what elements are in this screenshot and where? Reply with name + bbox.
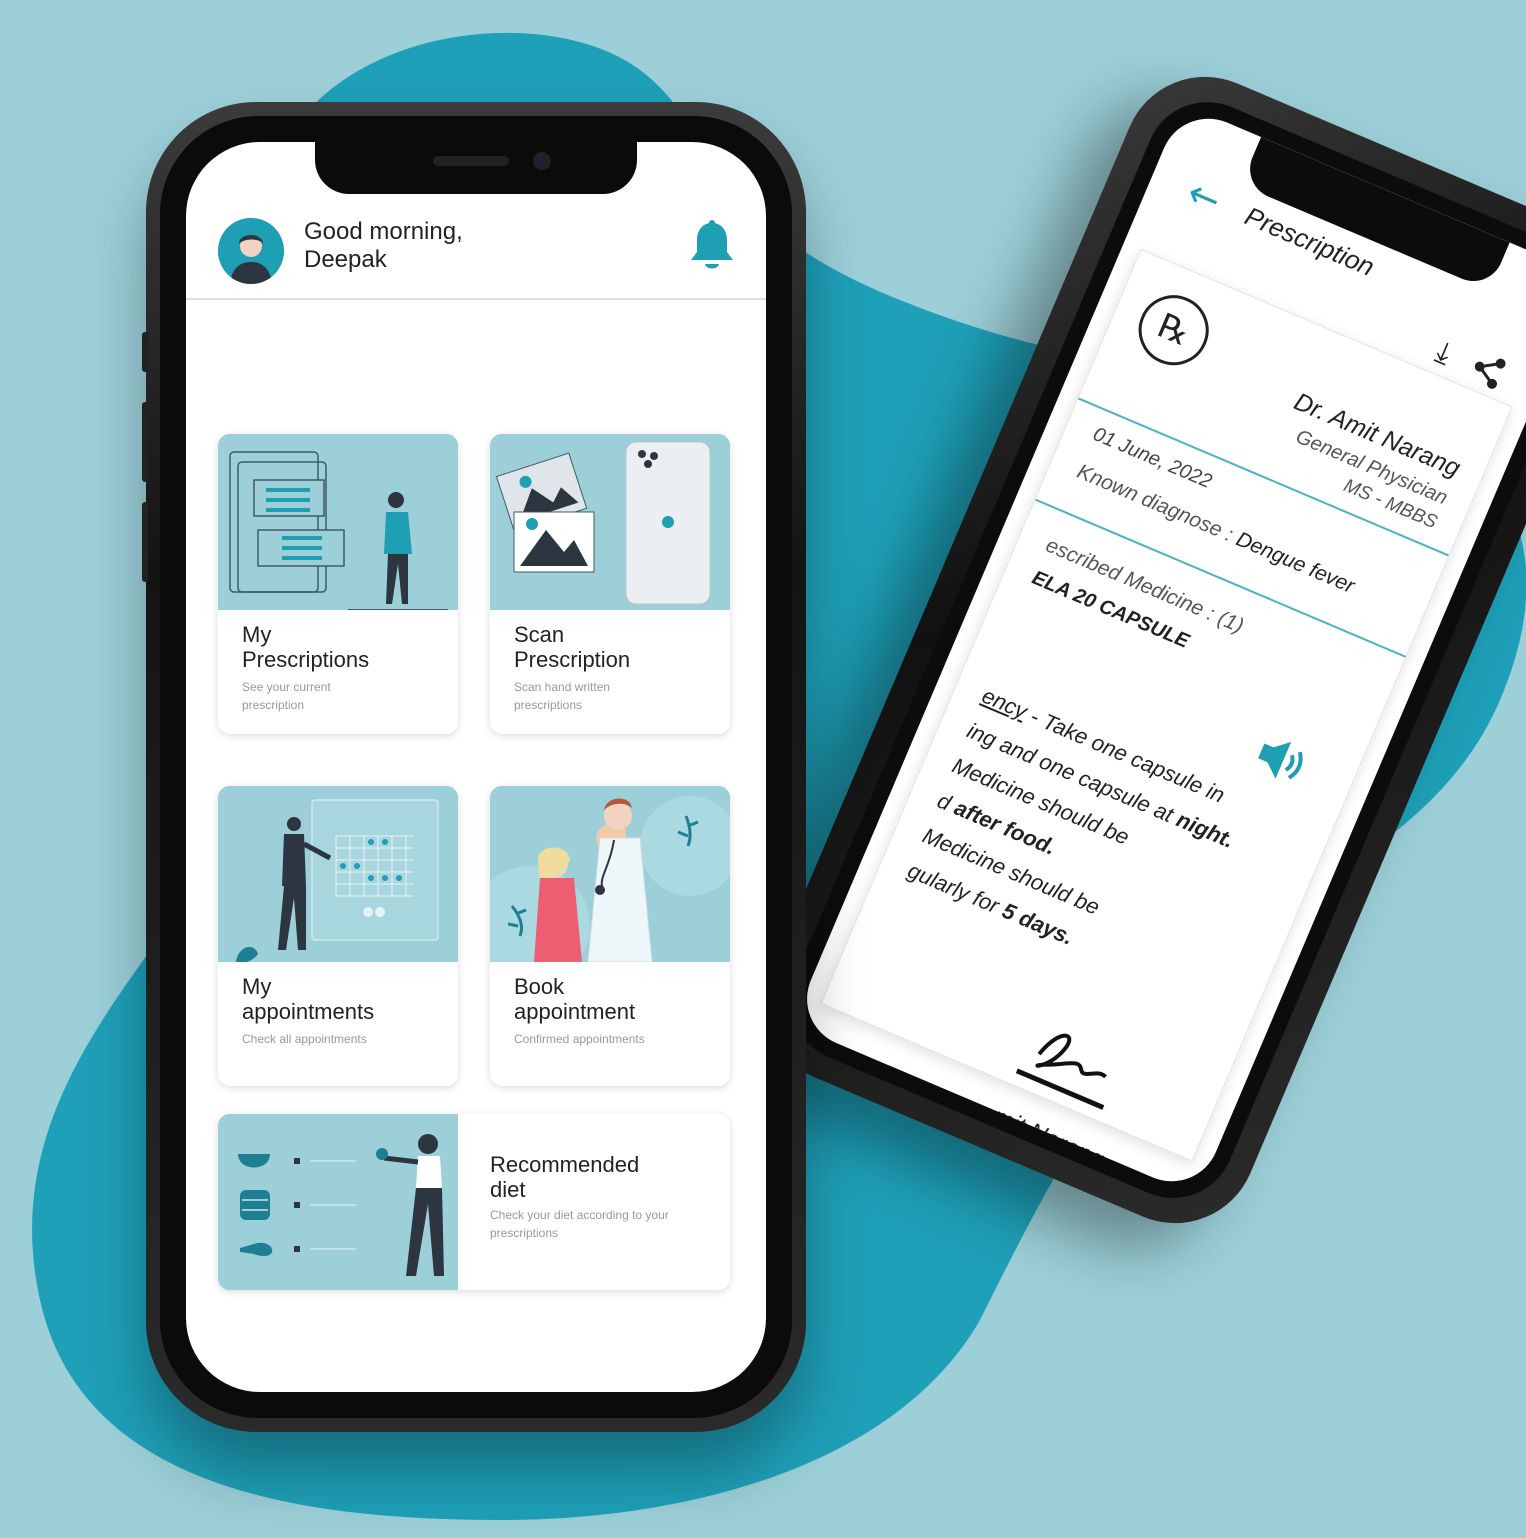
signature	[1015, 1033, 1107, 1110]
tile-title: Scan Prescription	[514, 622, 714, 672]
diet-illustration	[218, 1114, 458, 1290]
scan-prescription-tile[interactable]: Scan Prescription Scan hand written pres…	[490, 434, 730, 734]
download-icon[interactable]: ⤓	[1431, 334, 1457, 371]
calendar-illustration	[218, 786, 458, 962]
arrow-left-icon[interactable]: ←	[1181, 170, 1228, 223]
recommended-diet-tile[interactable]: Recommended diet Check your diet accordi…	[218, 1114, 730, 1290]
tile-title: My Prescriptions	[242, 622, 442, 672]
tile-title-line: My	[242, 974, 272, 999]
tile-subtitle: Confirmed appointments	[514, 1032, 645, 1046]
avatar[interactable]	[218, 218, 284, 284]
tile-subtitle: Check your diet according to your prescr…	[490, 1208, 669, 1240]
home-phone: Good morning, Deepak My Prescriptions Se…	[142, 102, 806, 1432]
my-appointments-tile[interactable]: My appointments Check all appointments	[218, 786, 458, 1086]
doctor-illustration	[490, 786, 730, 962]
tile-subtitle: Scan hand written prescriptions	[514, 680, 611, 712]
tile-title-line: Recommended	[490, 1152, 640, 1177]
tile-title-line: Book	[514, 974, 565, 999]
volume-up-button	[142, 402, 148, 482]
tile-title: Recommended diet	[490, 1152, 690, 1202]
tile-title: Book appointment	[514, 974, 714, 1024]
user-name: Deepak	[304, 246, 387, 273]
user-avatar-icon	[218, 218, 284, 284]
phone-notch	[315, 142, 637, 194]
doctor-info: Dr. Amit Narang General Physician MS - M…	[1268, 388, 1464, 535]
phone-bezel: Good morning, Deepak My Prescriptions Se…	[160, 116, 792, 1418]
tile-title-line: appointment	[514, 999, 636, 1024]
app-header: Good morning, Deepak	[186, 208, 766, 300]
tile-subtitle: Check all appointments	[242, 1032, 367, 1046]
my-prescriptions-tile[interactable]: My Prescriptions See your current prescr…	[218, 434, 458, 734]
book-appointment-tile[interactable]: Book appointment Confirmed appointments	[490, 786, 730, 1086]
rx-logo: ℞	[1127, 284, 1220, 377]
earpiece	[433, 156, 509, 166]
tile-title-line: Prescription	[514, 647, 631, 672]
tile-title-line: My	[242, 622, 272, 647]
volume-down-button	[142, 502, 148, 582]
prescriptions-illustration	[218, 434, 458, 610]
scan-illustration	[490, 434, 730, 610]
tile-title-line: diet	[490, 1177, 526, 1202]
front-camera	[533, 152, 551, 170]
diagnosis-value: Dengue fever	[1232, 527, 1358, 598]
tile-title: My appointments	[242, 974, 442, 1024]
bell-icon[interactable]	[688, 220, 736, 272]
greeting-line: Good morning,	[304, 218, 463, 245]
home-screen: Good morning, Deepak My Prescriptions Se…	[186, 142, 766, 1392]
mute-switch	[142, 332, 148, 372]
speaker-icon[interactable]	[1249, 729, 1318, 791]
tile-title-line: Scan	[514, 622, 565, 647]
tile-title-line: Prescriptions	[242, 647, 370, 672]
tile-title-line: appointments	[242, 999, 375, 1024]
share-icon[interactable]	[1468, 350, 1508, 391]
greeting: Good morning, Deepak	[304, 218, 463, 274]
dosage-instructions: ency - Take one capsule in ing and one c…	[901, 677, 1298, 1017]
tile-subtitle: See your current prescription	[242, 680, 331, 712]
